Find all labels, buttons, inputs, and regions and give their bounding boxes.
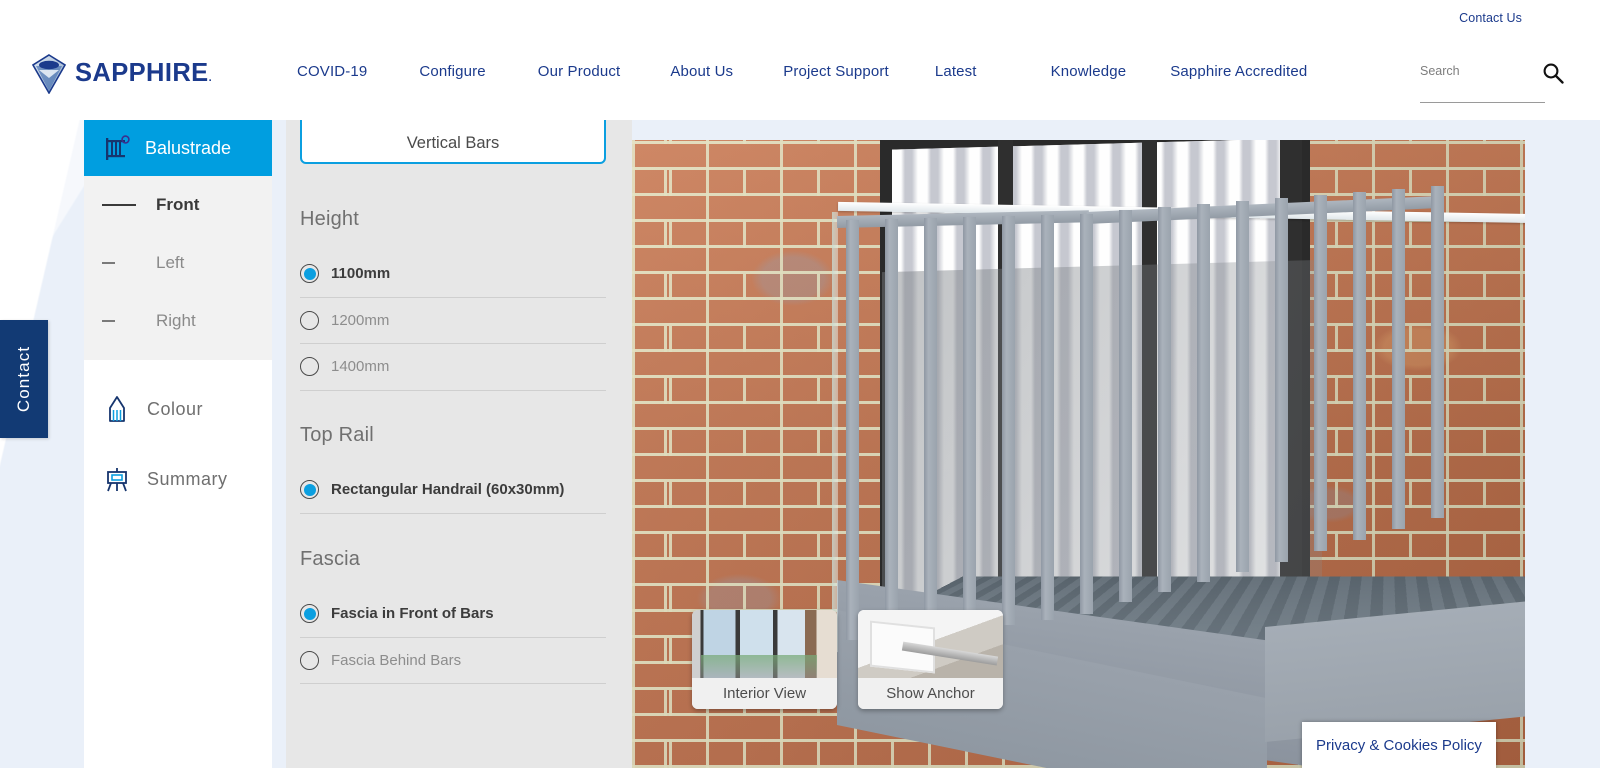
sidebar-side-front[interactable]: Front [84,176,272,234]
balustrade-bar [885,219,898,637]
nav-item-knowledge[interactable]: Knowledge [1051,63,1127,80]
contact-side-tab[interactable]: Contact [0,320,48,438]
logo-brand-text: SAPPHIRE [75,59,209,87]
thumbnail-interior-view[interactable]: Interior View [692,610,837,709]
show-anchor-thumbnail [858,610,1003,678]
nav-item-latest[interactable]: Latest [935,63,977,80]
option-group-fascia: Fascia in Front of Bars Fascia Behind Ba… [300,591,606,684]
sidebar-item-summary[interactable]: Summary [84,444,272,514]
balustrade-bar [963,217,976,629]
easel-icon [102,464,132,494]
option-fascia-in-front-of-bars-label: Fascia in Front of Bars [331,605,494,622]
radio-height-1400mm[interactable] [300,357,319,376]
balustrade-bar [1080,214,1093,614]
pencil-icon [102,394,132,424]
radio-top-rail-rectangular-handrail[interactable] [300,480,319,499]
nav-item-project-support[interactable]: Project Support [783,63,889,80]
radio-fascia-in-front-of-bars[interactable] [300,604,319,623]
balustrade-bar [924,218,937,633]
balustrade-bar [1158,207,1171,592]
sidebar-sides-group: Front Left Right [84,176,272,360]
balustrade-bar [1314,195,1327,551]
balustrade-bar [1275,198,1288,562]
contact-side-tab-label: Contact [14,346,34,412]
sidebar-item-summary-label: Summary [147,469,228,490]
nav-item-our-product[interactable]: Our Product [538,63,621,80]
interior-view-thumbnail-image [692,610,837,678]
dash-long-icon [102,204,136,206]
sidebar-item-colour[interactable]: Colour [84,374,272,444]
tab-vertical-bars-label: Vertical Bars [407,134,500,153]
tab-vertical-bars[interactable]: Vertical Bars [300,120,606,164]
sidebar-side-right[interactable]: Right [84,292,272,350]
sidebar-side-left-label: Left [156,253,184,273]
nav-item-configure[interactable]: Configure [419,63,485,80]
nav-item-about-us[interactable]: About Us [670,63,733,80]
viewport-thumbnail-buttons: Interior View Show Anchor [692,610,1003,709]
utility-bar: Contact Us [1459,11,1522,25]
nav-item-sapphire-accredited[interactable]: Sapphire Accredited [1170,63,1307,80]
group-title-top-rail: Top Rail [300,424,374,447]
balustrade-bar [1431,186,1444,518]
sidebar-item-balustrade-label: Balustrade [145,138,231,159]
option-fascia-in-front-of-bars[interactable]: Fascia in Front of Bars [300,591,606,638]
page-root: Contact Us SAPPHIRE. COVID-19 Configure [0,0,1600,768]
sidebar-side-left[interactable]: Left [84,234,272,292]
search-box[interactable] [1420,62,1545,103]
interior-view-thumbnail [692,610,837,678]
thumbnail-show-anchor[interactable]: Show Anchor [858,610,1003,709]
search-input[interactable] [1420,64,1545,78]
group-title-height: Height [300,208,359,231]
logo-wordmark: SAPPHIRE. [75,61,212,87]
option-height-1200mm[interactable]: 1200mm [300,298,606,345]
dash-short-icon [102,320,115,322]
sidebar-item-colour-label: Colour [147,399,203,420]
privacy-cookies-policy-banner[interactable]: Privacy & Cookies Policy [1302,722,1496,768]
thumbnail-show-anchor-label: Show Anchor [858,678,1003,709]
option-height-1400mm-label: 1400mm [331,358,389,375]
option-height-1100mm[interactable]: 1100mm [300,251,606,298]
option-top-rail-rectangular-handrail-label: Rectangular Handrail (60x30mm) [331,481,564,498]
sidebar-side-right-label: Right [156,311,196,331]
group-title-fascia: Fascia [300,548,360,571]
configurator-sidebar: Balustrade Front Left Right Colour Summa… [84,120,272,768]
balustrade-bar [1197,204,1210,582]
option-height-1200mm-label: 1200mm [331,312,389,329]
option-height-1400mm[interactable]: 1400mm [300,344,606,391]
site-logo[interactable]: SAPPHIRE. [32,54,212,94]
sidebar-side-front-label: Front [156,195,199,215]
balustrade-bar [1392,189,1405,529]
dash-short-icon [102,262,115,264]
option-group-top-rail: Rectangular Handrail (60x30mm) [300,467,606,514]
radio-height-1200mm[interactable] [300,311,319,330]
balustrade-bar [1002,216,1015,625]
thumbnail-interior-view-label: Interior View [692,678,837,709]
balustrade-bar [1041,215,1054,620]
nav-item-covid-19[interactable]: COVID-19 [297,63,367,80]
diamond-logo-icon [32,54,66,94]
show-anchor-thumbnail-image [858,610,1003,678]
balustrade-bar [846,220,859,640]
search-icon[interactable] [1542,62,1564,84]
logo-registered-mark: . [209,72,212,84]
product-3d-viewport[interactable]: Interior View Show Anchor [632,140,1525,768]
options-panel: Vertical Bars Height 1100mm 1200mm 1400m… [286,120,632,768]
option-top-rail-rectangular-handrail[interactable]: Rectangular Handrail (60x30mm) [300,467,606,514]
option-fascia-behind-bars[interactable]: Fascia Behind Bars [300,638,606,685]
balustrade-bar [1119,210,1132,602]
option-height-1100mm-label: 1100mm [331,265,390,282]
sidebar-item-balustrade[interactable]: Balustrade [84,120,272,176]
main-navigation: COVID-19 Configure Our Product About Us … [297,63,1307,80]
privacy-cookies-policy-label: Privacy & Cookies Policy [1316,737,1482,754]
glass-balustrade-panel [832,212,838,652]
balustrade-bar [1353,192,1366,540]
balustrade-icon [102,133,132,163]
radio-fascia-behind-bars[interactable] [300,651,319,670]
site-header: Contact Us SAPPHIRE. COVID-19 Configure [0,0,1600,120]
radio-height-1100mm[interactable] [300,264,319,283]
contact-us-link[interactable]: Contact Us [1459,11,1522,25]
option-group-height: 1100mm 1200mm 1400mm [300,251,606,391]
balustrade-bar [1236,201,1249,572]
option-fascia-behind-bars-label: Fascia Behind Bars [331,652,461,669]
